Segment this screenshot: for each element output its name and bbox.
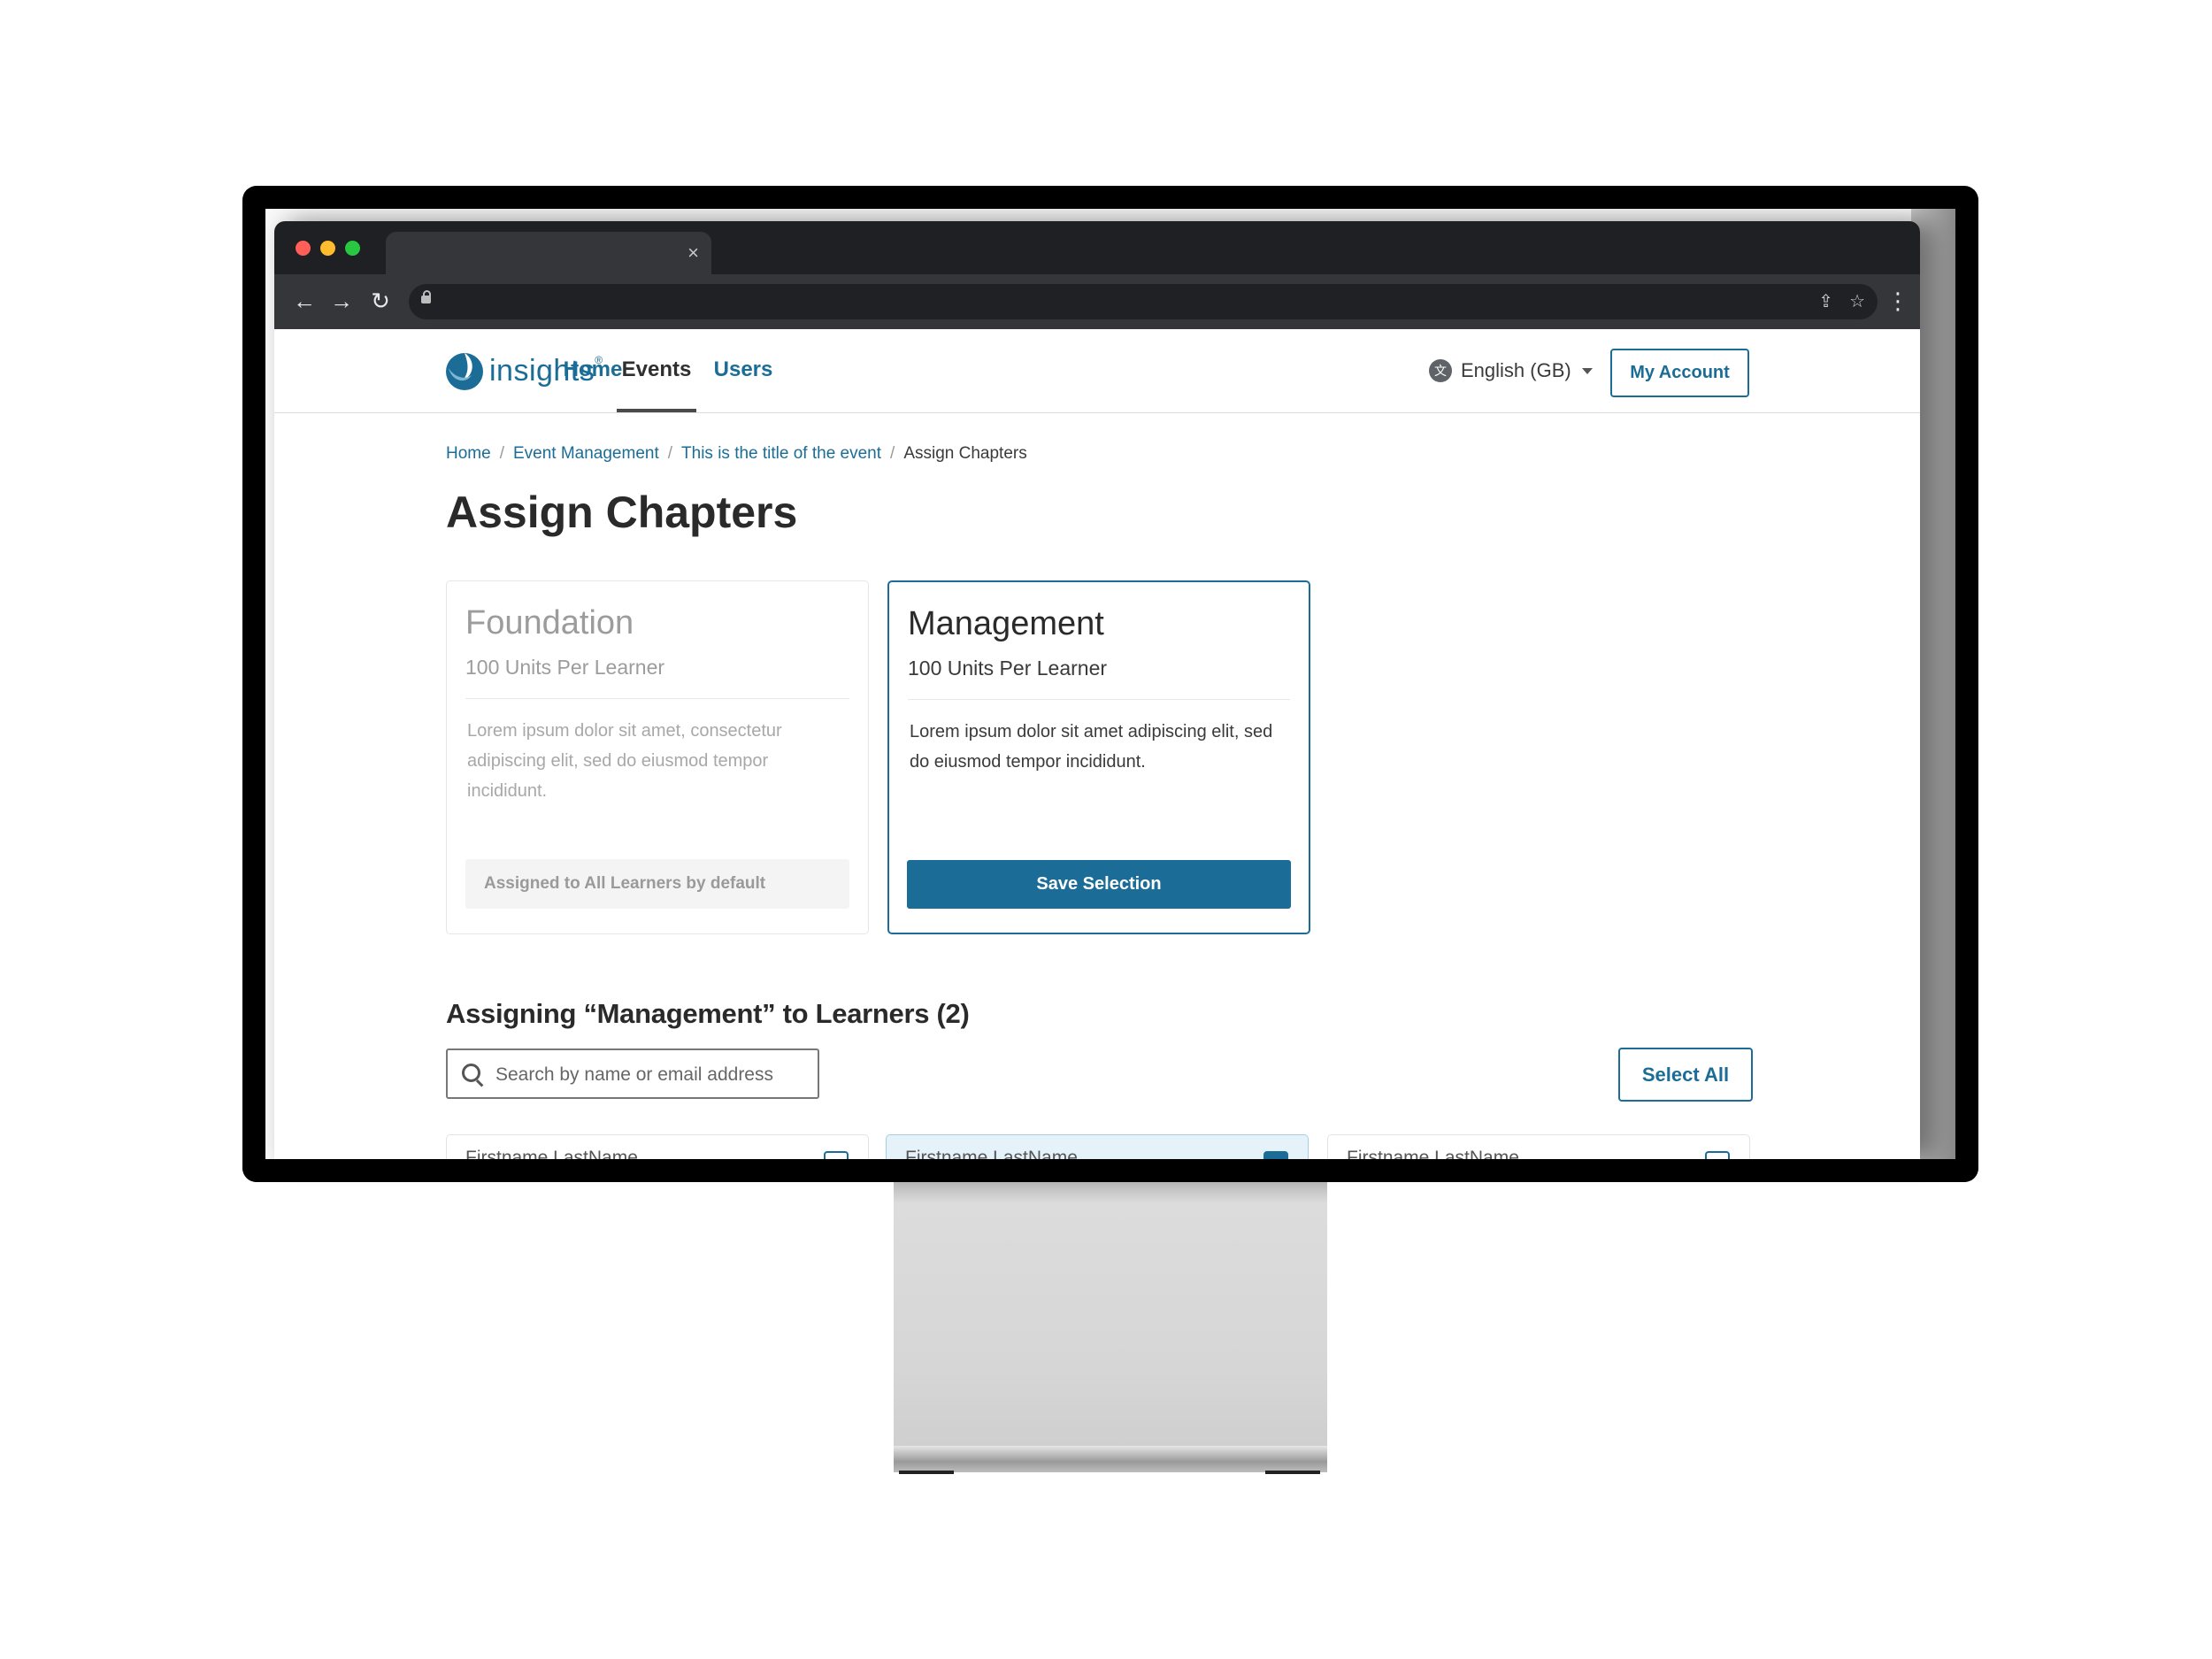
tab-strip: ×	[274, 221, 1920, 274]
monitor-foot-left	[899, 1471, 954, 1474]
address-bar[interactable]: ⇪ ☆	[409, 284, 1878, 319]
chapter-description: Lorem ipsum dolor sit amet adipiscing el…	[910, 722, 1273, 772]
language-selector[interactable]: 文 English (GB)	[1429, 357, 1593, 384]
search-icon	[462, 1064, 480, 1082]
back-arrow-icon[interactable]: ←	[290, 287, 319, 315]
page-title: Assign Chapters	[446, 488, 798, 537]
breadcrumb: Home / Event Management / This is the title …	[446, 444, 1027, 464]
search-input[interactable]	[494, 1050, 816, 1099]
save-selection-button[interactable]: Save Selection	[907, 860, 1291, 909]
monitor-foot-right	[1265, 1471, 1320, 1474]
language-label: English (GB)	[1461, 359, 1571, 381]
chapter-card-management[interactable]: Management 100 Units Per Learner Lorem i…	[887, 580, 1310, 934]
select-all-button[interactable]: Select All	[1618, 1048, 1753, 1102]
chapter-title: Management	[908, 605, 1104, 642]
share-icon[interactable]: ⇪	[1818, 289, 1833, 314]
breadcrumb-home[interactable]: Home	[446, 444, 491, 463]
learner-name: Firstname LastName	[1347, 1148, 1519, 1159]
monitor-stand-base	[894, 1446, 1327, 1472]
breadcrumb-current: Assign Chapters	[903, 444, 1027, 463]
breadcrumb-separator: /	[890, 444, 895, 463]
monitor-stand	[894, 1182, 1327, 1448]
learner-name: Firstname LastName	[905, 1148, 1078, 1159]
window-maximize-dot[interactable]	[345, 241, 360, 256]
chapter-units: 100 Units Per Learner	[465, 656, 665, 679]
learner-name: Firstname LastName	[465, 1148, 638, 1159]
monitor-bezel-bottom	[242, 1159, 1978, 1182]
window-close-dot[interactable]	[296, 241, 311, 256]
my-account-button[interactable]: My Account	[1610, 349, 1749, 397]
breadcrumb-event-title[interactable]: This is the title of the event	[681, 444, 881, 463]
chapter-description: Lorem ipsum dolor sit amet, consectetur …	[467, 721, 782, 801]
translate-icon: 文	[1429, 359, 1452, 382]
forward-arrow-icon[interactable]: →	[327, 287, 356, 315]
insights-logo[interactable]: insights®	[445, 352, 603, 393]
learner-card[interactable]: Firstname LastName	[446, 1134, 869, 1159]
chevron-down-icon	[1581, 367, 1593, 374]
app-header: insights® Home Events Users 文 English (G…	[274, 329, 1920, 413]
breadcrumb-separator: /	[499, 444, 504, 463]
lock-icon	[421, 290, 431, 303]
tab-close-icon[interactable]: ×	[687, 241, 699, 265]
reload-icon[interactable]: ↻	[366, 287, 395, 315]
learner-card-selected[interactable]: Firstname LastName	[886, 1134, 1309, 1159]
nav-users[interactable]: Users	[708, 329, 779, 412]
card-divider	[908, 699, 1290, 700]
learner-search[interactable]	[446, 1048, 819, 1099]
insights-logo-icon	[446, 353, 483, 390]
chapter-card-foundation: Foundation 100 Units Per Learner Lorem i…	[446, 580, 869, 934]
chapter-units: 100 Units Per Learner	[908, 657, 1108, 680]
window-minimize-dot[interactable]	[320, 241, 335, 256]
learner-checkbox-checked[interactable]	[1263, 1151, 1288, 1159]
learner-checkbox[interactable]	[1705, 1151, 1730, 1159]
learners-section-title: Assigning “Management” to Learners (2)	[446, 998, 970, 1029]
assigned-by-default-note: Assigned to All Learners by default	[465, 859, 849, 909]
browser-window: × ← → ↻ ⇪ ☆ ⋮ insights® Home Events User…	[274, 221, 1920, 1159]
chapter-title: Foundation	[465, 604, 634, 641]
browser-tab[interactable]: ×	[386, 232, 711, 274]
bookmark-star-icon[interactable]: ☆	[1849, 289, 1865, 314]
breadcrumb-event-management[interactable]: Event Management	[513, 444, 659, 463]
browser-menu-icon[interactable]: ⋮	[1886, 287, 1909, 315]
card-divider	[465, 698, 849, 699]
learner-checkbox[interactable]	[824, 1151, 849, 1159]
browser-toolbar: ← → ↻ ⇪ ☆ ⋮	[274, 274, 1920, 329]
learner-card[interactable]: Firstname LastName	[1327, 1134, 1750, 1159]
breadcrumb-separator: /	[667, 444, 673, 463]
nav-events[interactable]: Events	[617, 329, 696, 412]
